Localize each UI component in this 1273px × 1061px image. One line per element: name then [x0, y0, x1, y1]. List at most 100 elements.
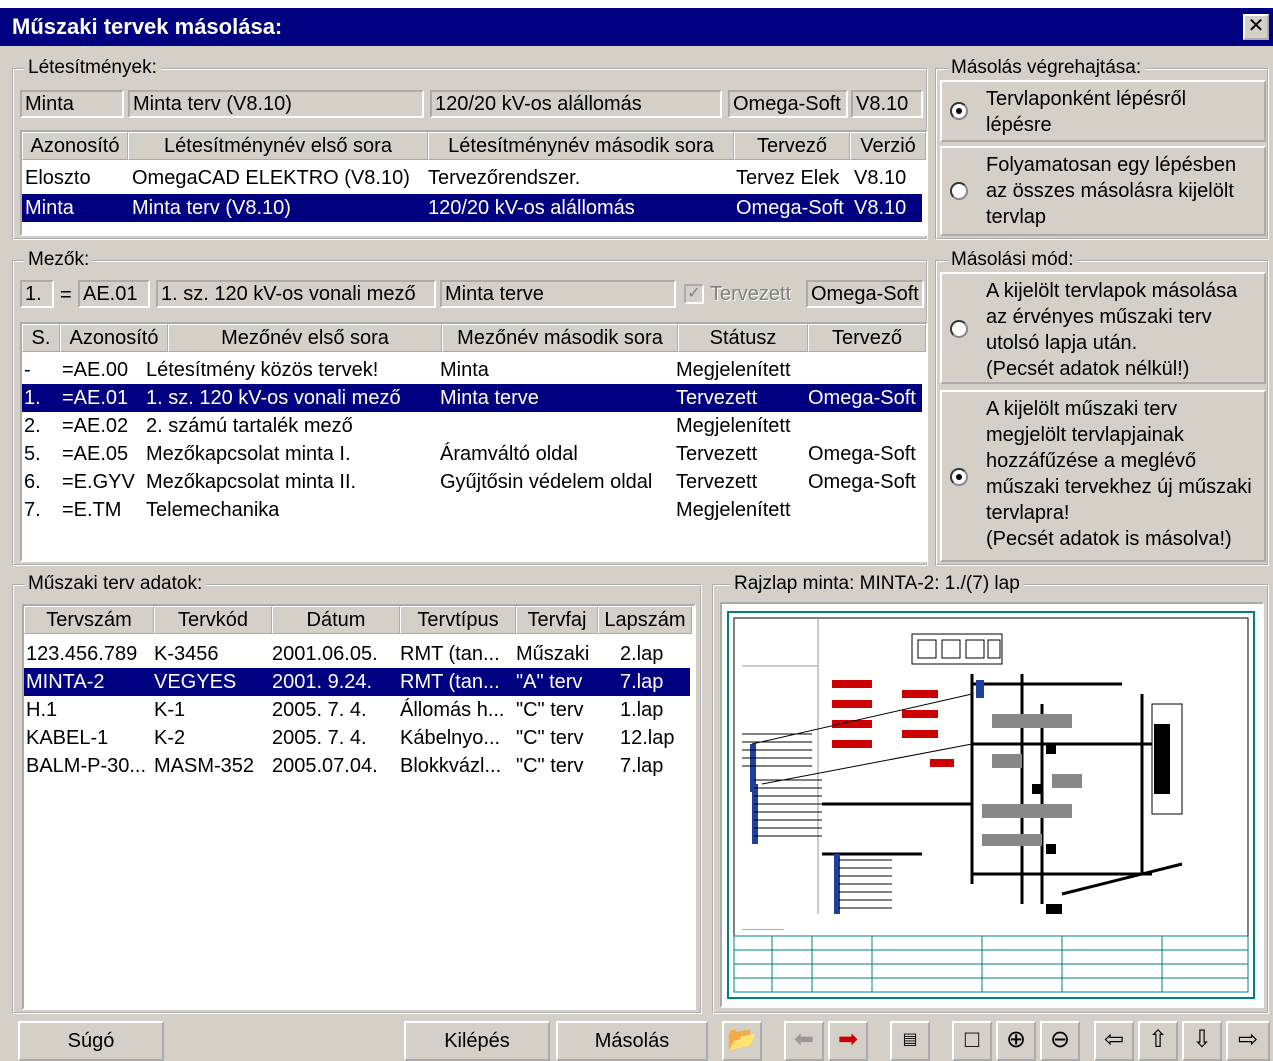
col-s[interactable]: S.: [22, 324, 60, 352]
radio-step-by-step[interactable]: [950, 102, 968, 120]
cell: 2001.06.05.: [272, 643, 378, 665]
col-datum[interactable]: Dátum: [272, 606, 400, 634]
cell: 5.: [24, 443, 41, 465]
col-tervfaj[interactable]: Tervfaj: [516, 606, 598, 634]
arrow-up-icon[interactable]: ⇧: [1138, 1021, 1178, 1061]
arrow-right-red-icon[interactable]: ➡: [828, 1021, 868, 1061]
table-row[interactable]: Eloszto OmegaCAD ELEKTRO (V8.10) Tervező…: [22, 164, 926, 192]
table-row[interactable]: H.1 K-1 2005. 7. 4. Állomás h... "C" terv 1.l…: [24, 696, 694, 724]
arrow-right-icon[interactable]: ⇨: [1226, 1021, 1270, 1061]
col-azonosito[interactable]: Azonosító: [60, 324, 168, 352]
tervezett-checkbox[interactable]: ✓: [684, 284, 704, 304]
arrow-left-icon[interactable]: ⇦: [1094, 1021, 1134, 1061]
option-text: utolsó lapja után.: [986, 332, 1138, 354]
cell: 120/20 kV-os alállomás: [428, 197, 635, 219]
cell: Telemechanika: [146, 499, 280, 521]
folder-open-icon[interactable]: 📂: [722, 1021, 762, 1061]
option-continuous[interactable]: Folyamatosan egy lépésben az összes máso…: [940, 146, 1266, 236]
cell: 123.456.789: [26, 643, 138, 665]
col-nev2[interactable]: Létesítménynév második sora: [428, 132, 734, 160]
cell: Tervezett: [676, 443, 758, 465]
table-row[interactable]: MINTA-2 VEGYES 2001. 9.24. RMT (tan... "A" t…: [24, 668, 690, 696]
col-statusz[interactable]: Státusz: [678, 324, 808, 352]
window-title: Műszaki tervek másolása:: [12, 14, 283, 39]
cell: Áramváltó oldal: [440, 443, 578, 465]
cell: Minta: [440, 359, 489, 381]
table-row[interactable]: 6. =E.GYV Mezőkapcsolat minta II. Gyűjtősin…: [22, 468, 926, 496]
close-button[interactable]: ✕: [1243, 14, 1269, 40]
col-tervkod[interactable]: Tervkód: [154, 606, 272, 634]
col-tervezo[interactable]: Tervező: [808, 324, 926, 352]
cell: K-1: [154, 699, 186, 721]
table-row[interactable]: 123.456.789 K-3456 2001.06.05. RMT (tan... M…: [24, 640, 694, 668]
table-row[interactable]: - =AE.00 Létesítmény közös tervek! Minta Meg…: [22, 356, 926, 384]
arrow-left-gray-icon[interactable]: ⬅: [784, 1021, 824, 1061]
radio-append-last[interactable]: [950, 320, 968, 338]
arrow-down-icon[interactable]: ⇩: [1182, 1021, 1222, 1061]
cell: Omega-Soft: [808, 471, 916, 493]
frame-icon[interactable]: □: [952, 1021, 992, 1061]
option-new-sheet[interactable]: A kijelölt műszaki terv megjelölt tervla…: [940, 390, 1266, 562]
cell: MINTA-2: [26, 671, 105, 693]
sheet-icon[interactable]: ▤: [890, 1021, 930, 1061]
cell: Tervez Elek: [736, 167, 840, 189]
col-tervszam[interactable]: Tervszám: [24, 606, 154, 634]
col-tervtipus[interactable]: Tervtípus: [400, 606, 516, 634]
col-mezonev2[interactable]: Mezőnév második sora: [442, 324, 678, 352]
tervezett-label: Tervezett: [710, 283, 792, 305]
cell: 2. számú tartalék mező: [146, 415, 353, 437]
zoom-out-icon[interactable]: ⊖: [1040, 1021, 1080, 1061]
letesitmeny-name2-field: 120/20 kV-os alállomás: [430, 90, 722, 118]
cell: KABEL-1: [26, 727, 109, 749]
table-row[interactable]: 7. =E.TM Telemechanika Megjelenített: [22, 496, 926, 524]
table-row[interactable]: 5. =AE.05 Mezőkapcsolat minta I. Áramváltó …: [22, 440, 926, 468]
option-text: (Pecsét adatok is másolva!): [986, 528, 1232, 550]
table-row[interactable]: KABEL-1 K-2 2005. 7. 4. Kábelnyo... "C" terv…: [24, 724, 694, 752]
option-append-last[interactable]: A kijelölt tervlapok másolása az érvénye…: [940, 272, 1266, 384]
cell: 2001. 9.24.: [272, 671, 373, 693]
table-row[interactable]: 1. =AE.01 1. sz. 120 kV-os vonali mező Mint…: [22, 384, 922, 412]
terv-list[interactable]: Tervszám Tervkód Dátum Tervtípus Tervfaj…: [22, 604, 696, 1010]
option-label: A kijelölt tervlapok másolása az érvénye…: [986, 278, 1237, 382]
cell: Megjelenített: [676, 415, 791, 437]
option-step-by-step[interactable]: Tervlaponként lépésről lépésre: [940, 80, 1266, 142]
terv-legend: Műszaki terv adatok:: [24, 573, 207, 595]
letesitmeny-name1-field: Minta terv (V8.10): [128, 90, 424, 118]
zoom-in-icon[interactable]: ⊕: [996, 1021, 1036, 1061]
mezo-list[interactable]: S. Azonosító Mezőnév első sora Mezőnév m…: [20, 322, 928, 562]
table-row-selected[interactable]: Minta Minta terv (V8.10) 120/20 kV-os al…: [22, 194, 922, 222]
col-nev1[interactable]: Létesítménynév első sora: [128, 132, 428, 160]
cell: =AE.02: [62, 415, 129, 437]
equals-label: =: [60, 284, 72, 306]
table-row[interactable]: BALM-P-30... MASM-352 2005.07.04. Blokkvázl…: [24, 752, 694, 780]
letesitmeny-list[interactable]: Azonosító Létesítménynév első sora Létes…: [20, 130, 928, 236]
col-azonosito[interactable]: Azonosító: [22, 132, 128, 160]
drawing-preview[interactable]: ______________: [720, 602, 1264, 1008]
option-text: az érvényes műszaki terv: [986, 306, 1212, 328]
option-text: A kijelölt műszaki terv: [986, 398, 1178, 420]
col-tervezo[interactable]: Tervező: [734, 132, 850, 160]
cell: 2005.07.04.: [272, 755, 378, 777]
cell: 2005. 7. 4.: [272, 699, 367, 721]
title-bar: Műszaki tervek másolása: ✕: [0, 0, 1273, 46]
cell: K-3456: [154, 643, 219, 665]
option-text: Folyamatosan egy lépésben: [986, 154, 1237, 176]
table-row[interactable]: 2. =AE.02 2. számú tartalék mező Megjelenít…: [22, 412, 926, 440]
cell: 12.lap: [620, 727, 675, 749]
exit-button[interactable]: Kilépés: [404, 1021, 550, 1061]
col-verzio[interactable]: Verzió: [850, 132, 926, 160]
radio-continuous[interactable]: [950, 182, 968, 200]
cell: Minta: [25, 197, 74, 219]
letesitmeny-tervezo-field: Omega-Soft: [728, 90, 848, 118]
cell: =AE.00: [62, 359, 129, 381]
col-lapszam[interactable]: Lapszám: [598, 606, 692, 634]
cell: BALM-P-30...: [26, 755, 147, 777]
col-mezonev1[interactable]: Mezőnév első sora: [168, 324, 442, 352]
option-text: A kijelölt tervlapok másolása: [986, 280, 1238, 302]
cell: 7.lap: [620, 671, 664, 693]
radio-new-sheet[interactable]: [950, 468, 968, 486]
option-text: Tervlaponként lépésről: [986, 88, 1187, 110]
copy-button[interactable]: Másolás: [556, 1021, 708, 1061]
cell: 2.lap: [620, 643, 664, 665]
help-button[interactable]: Súgó: [18, 1021, 164, 1061]
